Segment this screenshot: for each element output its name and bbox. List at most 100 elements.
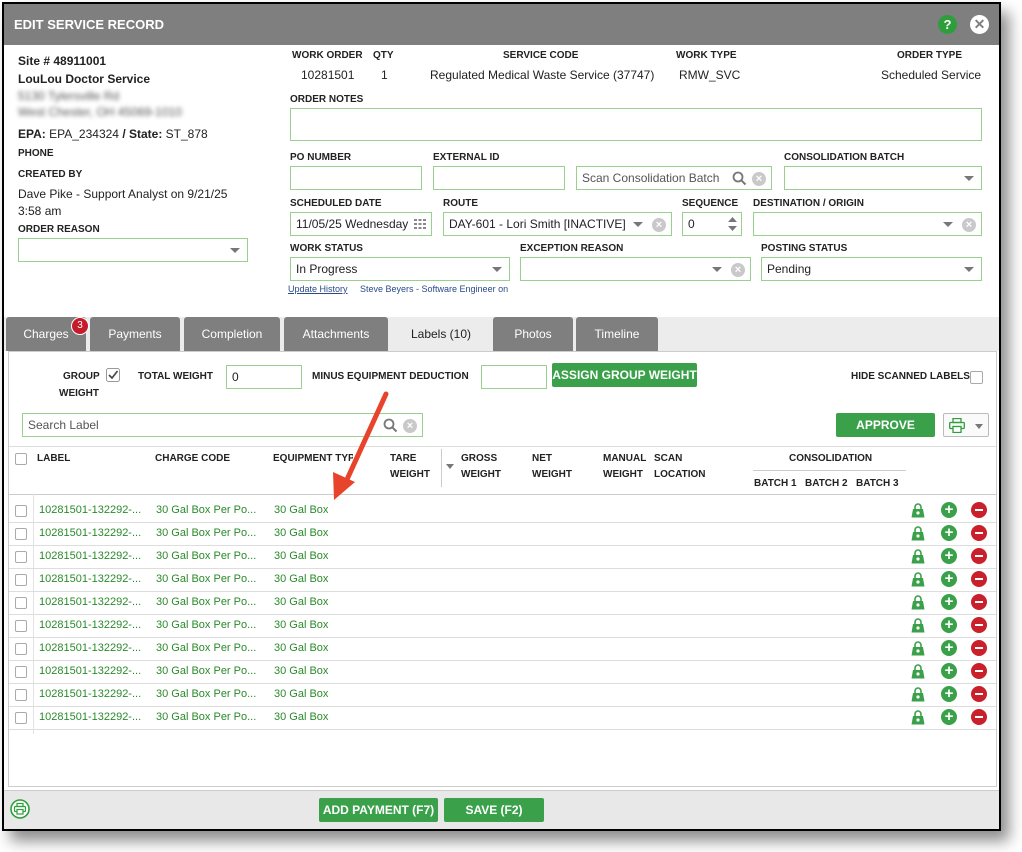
order-notes-input[interactable]	[290, 108, 982, 141]
add-row-icon[interactable]: +	[941, 502, 957, 518]
print-menu-button[interactable]	[943, 413, 989, 437]
weight-lock-icon[interactable]	[911, 710, 925, 725]
clear-icon[interactable]: ×	[403, 419, 417, 433]
row-label[interactable]: 10281501-132292-...	[39, 596, 141, 608]
external-id-input[interactable]	[433, 166, 565, 190]
row-checkbox[interactable]	[15, 505, 27, 517]
row-charge-code[interactable]: 30 Gal Box Per Po...	[156, 642, 256, 654]
column-header-label[interactable]: LABEL	[37, 451, 70, 467]
remove-row-icon[interactable]	[971, 709, 987, 725]
column-header-gross-weight-line1[interactable]: GROSS	[461, 451, 497, 467]
row-checkbox[interactable]	[15, 620, 27, 632]
help-icon[interactable]: ?	[938, 15, 957, 34]
weight-lock-icon[interactable]	[911, 595, 925, 610]
remove-row-icon[interactable]	[971, 548, 987, 564]
row-equipment-type[interactable]: 30 Gal Box	[274, 688, 328, 700]
table-row[interactable]: 10281501-132292-... 30 Gal Box Per Po...…	[9, 499, 996, 523]
total-weight-input[interactable]: 0	[226, 365, 302, 389]
row-charge-code[interactable]: 30 Gal Box Per Po...	[156, 573, 256, 585]
table-row[interactable]: 10281501-132292-... 30 Gal Box Per Po...…	[9, 522, 996, 546]
destination-origin-select[interactable]: ×	[753, 212, 982, 236]
column-resizer[interactable]	[441, 449, 442, 487]
remove-row-icon[interactable]	[971, 525, 987, 541]
add-row-icon[interactable]: +	[941, 548, 957, 564]
row-label[interactable]: 10281501-132292-...	[39, 573, 141, 585]
scheduled-date-input[interactable]: 11/05/25 Wednesday	[290, 212, 432, 236]
add-row-icon[interactable]: +	[941, 686, 957, 702]
row-equipment-type[interactable]: 30 Gal Box	[274, 711, 328, 723]
close-icon[interactable]: ✕	[970, 15, 989, 34]
row-charge-code[interactable]: 30 Gal Box Per Po...	[156, 550, 256, 562]
weight-lock-icon[interactable]	[911, 503, 925, 518]
approve-button[interactable]: APPROVE	[836, 413, 935, 437]
column-header-charge-code[interactable]: CHARGE CODE	[155, 451, 230, 467]
table-row[interactable]: 10281501-132292-... 30 Gal Box Per Po...…	[9, 637, 996, 661]
add-row-icon[interactable]: +	[941, 525, 957, 541]
tab-labels[interactable]: Labels (10)	[393, 317, 489, 351]
table-row[interactable]: 10281501-132292-... 30 Gal Box Per Po...…	[9, 591, 996, 615]
row-equipment-type[interactable]: 30 Gal Box	[274, 550, 328, 562]
row-charge-code[interactable]: 30 Gal Box Per Po...	[156, 665, 256, 677]
row-charge-code[interactable]: 30 Gal Box Per Po...	[156, 619, 256, 631]
row-checkbox[interactable]	[15, 551, 27, 563]
column-header-scan-location-line1[interactable]: SCAN	[654, 451, 682, 467]
row-label[interactable]: 10281501-132292-...	[39, 642, 141, 654]
row-label[interactable]: 10281501-132292-...	[39, 711, 141, 723]
add-row-icon[interactable]: +	[941, 709, 957, 725]
row-equipment-type[interactable]: 30 Gal Box	[274, 596, 328, 608]
row-label[interactable]: 10281501-132292-...	[39, 665, 141, 677]
sequence-stepper[interactable]: 0	[682, 212, 742, 236]
table-row[interactable]: 10281501-132292-... 30 Gal Box Per Po...…	[9, 545, 996, 569]
clear-icon[interactable]: ×	[962, 218, 976, 232]
weight-lock-icon[interactable]	[911, 664, 925, 679]
table-row[interactable]: 10281501-132292-... 30 Gal Box Per Po...…	[9, 568, 996, 592]
sort-chevron-icon[interactable]	[446, 464, 454, 469]
group-weight-checkbox[interactable]	[106, 368, 120, 382]
row-checkbox[interactable]	[15, 574, 27, 586]
row-checkbox[interactable]	[15, 689, 27, 701]
clear-icon[interactable]: ×	[731, 263, 745, 277]
calendar-icon[interactable]	[413, 218, 427, 231]
row-equipment-type[interactable]: 30 Gal Box	[274, 665, 328, 677]
add-row-icon[interactable]: +	[941, 594, 957, 610]
hide-scanned-labels-checkbox[interactable]	[970, 371, 983, 384]
remove-row-icon[interactable]	[971, 686, 987, 702]
remove-row-icon[interactable]	[971, 663, 987, 679]
add-row-icon[interactable]: +	[941, 571, 957, 587]
add-payment-button[interactable]: ADD PAYMENT (F7)	[319, 798, 438, 822]
table-row[interactable]: 10281501-132292-... 30 Gal Box Per Po...…	[9, 683, 996, 707]
remove-row-icon[interactable]	[971, 571, 987, 587]
clear-icon[interactable]: ×	[652, 218, 666, 232]
consolidation-scan-input[interactable]: Scan Consolidation Batch ×	[576, 166, 772, 190]
row-equipment-type[interactable]: 30 Gal Box	[274, 504, 328, 516]
column-header-batch-2[interactable]: BATCH 2	[805, 476, 848, 492]
work-status-select[interactable]: In Progress	[290, 257, 510, 281]
add-row-icon[interactable]: +	[941, 617, 957, 633]
row-charge-code[interactable]: 30 Gal Box Per Po...	[156, 688, 256, 700]
weight-lock-icon[interactable]	[911, 526, 925, 541]
row-checkbox[interactable]	[15, 597, 27, 609]
row-label[interactable]: 10281501-132292-...	[39, 688, 141, 700]
row-label[interactable]: 10281501-132292-...	[39, 550, 141, 562]
weight-lock-icon[interactable]	[911, 572, 925, 587]
row-charge-code[interactable]: 30 Gal Box Per Po...	[156, 527, 256, 539]
row-equipment-type[interactable]: 30 Gal Box	[274, 573, 328, 585]
table-row[interactable]: 10281501-132292-... 30 Gal Box Per Po...…	[9, 706, 996, 730]
weight-lock-icon[interactable]	[911, 549, 925, 564]
weight-lock-icon[interactable]	[911, 641, 925, 656]
route-select[interactable]: DAY-601 - Lori Smith [INACTIVE] ×	[443, 212, 672, 236]
row-label[interactable]: 10281501-132292-...	[39, 619, 141, 631]
column-header-batch-1[interactable]: BATCH 1	[754, 476, 797, 492]
weight-lock-icon[interactable]	[911, 618, 925, 633]
consolidation-batch-select[interactable]	[784, 166, 982, 190]
tab-payments[interactable]: Payments	[90, 317, 180, 351]
clear-icon[interactable]: ×	[752, 172, 766, 186]
search-icon[interactable]	[732, 171, 747, 186]
column-header-batch-3[interactable]: BATCH 3	[856, 476, 899, 492]
po-number-input[interactable]	[290, 166, 422, 190]
row-checkbox[interactable]	[15, 528, 27, 540]
add-row-icon[interactable]: +	[941, 663, 957, 679]
row-checkbox[interactable]	[15, 712, 27, 724]
tab-photos[interactable]: Photos	[493, 317, 573, 351]
order-reason-select[interactable]	[18, 238, 248, 262]
